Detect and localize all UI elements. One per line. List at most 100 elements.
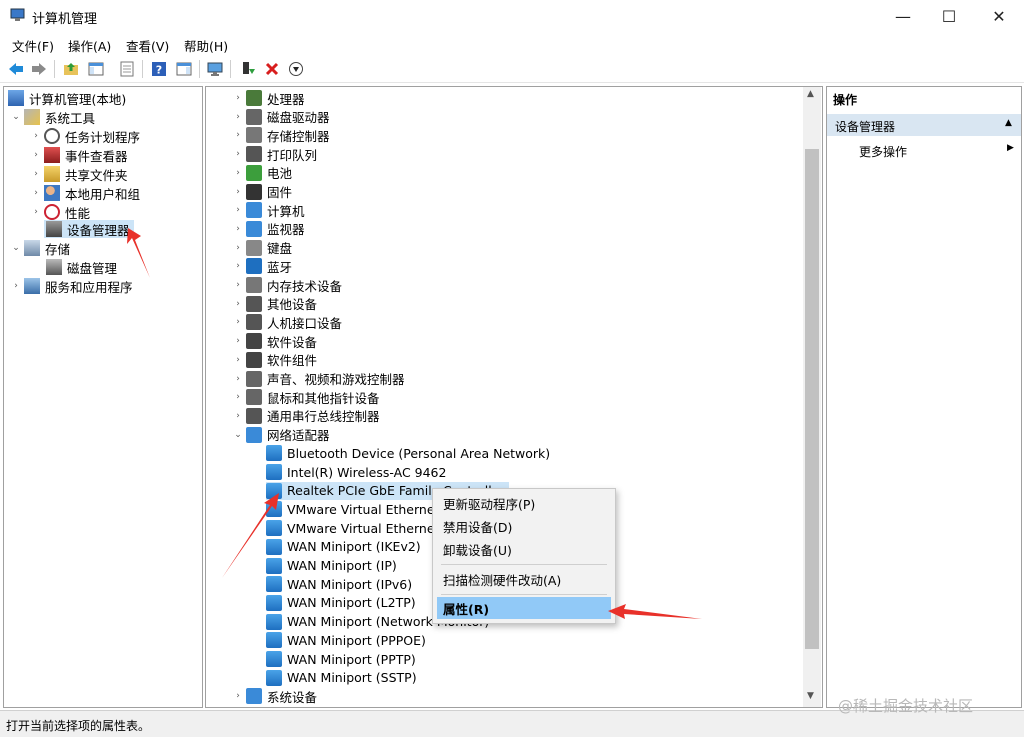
more-actions-item[interactable]: 更多操作 ▶ xyxy=(827,139,1021,161)
network-adapter-item[interactable]: WAN Miniport (PPPOE) xyxy=(266,631,426,649)
device-category-item[interactable]: › 人机接口设备 xyxy=(232,313,342,331)
show-action-pane-button[interactable] xyxy=(174,59,194,79)
device-category-item[interactable]: › 键盘 xyxy=(232,239,292,257)
tree-item-performance[interactable]: › 性能 xyxy=(30,203,90,221)
tree-item-system-tools[interactable]: ⌄ 系统工具 xyxy=(10,108,95,126)
chevron-right-icon[interactable]: › xyxy=(232,336,244,346)
scroll-down-icon[interactable]: ▼ xyxy=(807,691,814,701)
enable-device-button[interactable] xyxy=(286,59,306,79)
forward-button[interactable] xyxy=(29,59,49,79)
chevron-right-icon[interactable]: › xyxy=(30,207,42,217)
chevron-right-icon[interactable]: › xyxy=(232,149,244,159)
device-category-item[interactable]: › 固件 xyxy=(232,183,292,201)
help-button[interactable]: ? xyxy=(149,59,169,79)
device-category-item[interactable]: › 其他设备 xyxy=(232,295,317,313)
chevron-right-icon[interactable]: › xyxy=(232,280,244,290)
chevron-right-icon[interactable]: › xyxy=(232,411,244,421)
ctx-uninstall-device[interactable]: 卸载设备(U) xyxy=(433,538,615,560)
network-adapter-item[interactable]: WAN Miniport (L2TP) xyxy=(266,594,416,612)
scroll-up-icon[interactable]: ▲ xyxy=(807,89,814,99)
chevron-right-icon[interactable]: › xyxy=(232,392,244,402)
device-category-item[interactable]: › 软件设备 xyxy=(232,332,317,350)
ctx-properties[interactable]: 属性(R) xyxy=(437,597,611,619)
ctx-update-driver[interactable]: 更新驱动程序(P) xyxy=(433,492,615,514)
show-hide-tree-button[interactable] xyxy=(86,59,106,79)
chevron-right-icon[interactable]: › xyxy=(232,243,244,253)
device-category-icon xyxy=(246,277,262,293)
chevron-right-icon[interactable]: › xyxy=(30,150,42,160)
network-adapter-item[interactable]: WAN Miniport (IP) xyxy=(266,557,397,575)
tree-item-task-scheduler[interactable]: › 任务计划程序 xyxy=(30,127,140,145)
chevron-right-icon[interactable]: › xyxy=(232,317,244,327)
tree-item-services[interactable]: › 服务和应用程序 xyxy=(10,277,133,295)
device-category-item[interactable]: › 声音、视频和游戏控制器 xyxy=(232,370,405,388)
device-category-item[interactable]: › 系统设备 xyxy=(232,687,317,705)
ctx-scan-hardware[interactable]: 扫描检测硬件改动(A) xyxy=(433,568,615,590)
network-adapter-item[interactable]: WAN Miniport (IKEv2) xyxy=(266,538,421,556)
back-button[interactable] xyxy=(6,59,26,79)
collapse-up-icon[interactable]: ▲ xyxy=(1005,118,1012,128)
tree-item-event-viewer[interactable]: › 事件查看器 xyxy=(30,146,128,164)
vertical-scrollbar[interactable]: ▲ ▼ xyxy=(803,87,821,707)
device-category-item[interactable]: › 计算机 xyxy=(232,201,305,219)
device-category-item[interactable]: › 通用串行总线控制器 xyxy=(232,407,380,425)
up-level-button[interactable] xyxy=(61,59,81,79)
device-category-item[interactable]: › 软件组件 xyxy=(232,351,317,369)
device-category-item[interactable]: › 磁盘驱动器 xyxy=(232,108,330,126)
minimize-button[interactable]: — xyxy=(880,0,926,32)
chevron-right-icon[interactable]: › xyxy=(232,374,244,384)
chevron-right-icon[interactable]: › xyxy=(232,130,244,140)
chevron-right-icon[interactable]: › xyxy=(232,355,244,365)
maximize-button[interactable]: ☐ xyxy=(926,0,972,32)
chevron-right-icon[interactable]: › xyxy=(232,187,244,197)
properties-toolbar-button[interactable] xyxy=(117,59,137,79)
chevron-right-icon[interactable]: › xyxy=(232,93,244,103)
menu-action[interactable]: 操作(A) xyxy=(68,36,111,55)
tree-item-storage[interactable]: ⌄ 存储 xyxy=(10,239,70,257)
chevron-right-icon[interactable]: › xyxy=(232,224,244,234)
chevron-down-icon[interactable]: ⌄ xyxy=(232,430,244,440)
tree-item-device-manager[interactable]: 设备管理器 xyxy=(44,220,134,238)
device-category-item[interactable]: › 内存技术设备 xyxy=(232,276,342,294)
chevron-down-icon[interactable]: ⌄ xyxy=(10,243,22,253)
chevron-right-icon[interactable]: › xyxy=(30,188,42,198)
chevron-right-icon[interactable]: › xyxy=(232,261,244,271)
chevron-right-icon[interactable]: › xyxy=(232,168,244,178)
chevron-right-icon[interactable]: › xyxy=(232,205,244,215)
device-category-item[interactable]: ⌄ 网络适配器 xyxy=(232,426,330,444)
network-adapter-item[interactable]: Bluetooth Device (Personal Area Network) xyxy=(266,444,550,462)
update-driver-button[interactable] xyxy=(238,59,258,79)
device-category-item[interactable]: › 存储控制器 xyxy=(232,126,330,144)
tree-item-local-users[interactable]: › 本地用户和组 xyxy=(30,184,140,202)
monitor-button[interactable] xyxy=(205,59,225,79)
uninstall-button[interactable] xyxy=(262,59,282,79)
device-category-item[interactable]: › 蓝牙 xyxy=(232,257,292,275)
menu-help[interactable]: 帮助(H) xyxy=(184,36,228,55)
actions-section-header[interactable]: 设备管理器 ▲ xyxy=(827,114,1021,136)
chevron-down-icon[interactable]: ⌄ xyxy=(10,112,22,122)
menu-file[interactable]: 文件(F) xyxy=(12,36,54,55)
scrollbar-thumb[interactable] xyxy=(805,149,819,649)
tree-item-shared-folders[interactable]: › 共享文件夹 xyxy=(30,165,128,183)
network-adapter-item[interactable]: WAN Miniport (PPTP) xyxy=(266,650,416,668)
network-adapter-item[interactable]: WAN Miniport (IPv6) xyxy=(266,575,412,593)
chevron-right-icon[interactable]: › xyxy=(232,691,244,701)
device-category-item[interactable]: › 鼠标和其他指针设备 xyxy=(232,388,380,406)
close-button[interactable]: ✕ xyxy=(976,0,1022,32)
device-category-item[interactable]: › 处理器 xyxy=(232,89,305,107)
ctx-disable-device[interactable]: 禁用设备(D) xyxy=(433,515,615,537)
network-adapter-item[interactable]: WAN Miniport (SSTP) xyxy=(266,669,417,687)
network-adapter-item[interactable]: Intel(R) Wireless-AC 9462 xyxy=(266,463,446,481)
chevron-right-icon[interactable]: › xyxy=(30,169,42,179)
device-category-icon xyxy=(246,407,262,424)
device-category-item[interactable]: › 打印队列 xyxy=(232,145,317,163)
chevron-right-icon[interactable]: › xyxy=(232,299,244,309)
device-category-item[interactable]: › 监视器 xyxy=(232,220,305,238)
tree-item-root[interactable]: 计算机管理(本地) xyxy=(8,89,126,107)
tree-item-disk-management[interactable]: 磁盘管理 xyxy=(44,258,117,276)
menu-view[interactable]: 查看(V) xyxy=(126,36,169,55)
chevron-right-icon[interactable]: › xyxy=(10,281,22,291)
device-category-item[interactable]: › 电池 xyxy=(232,164,292,182)
chevron-right-icon[interactable]: › xyxy=(30,131,42,141)
chevron-right-icon[interactable]: › xyxy=(232,112,244,122)
